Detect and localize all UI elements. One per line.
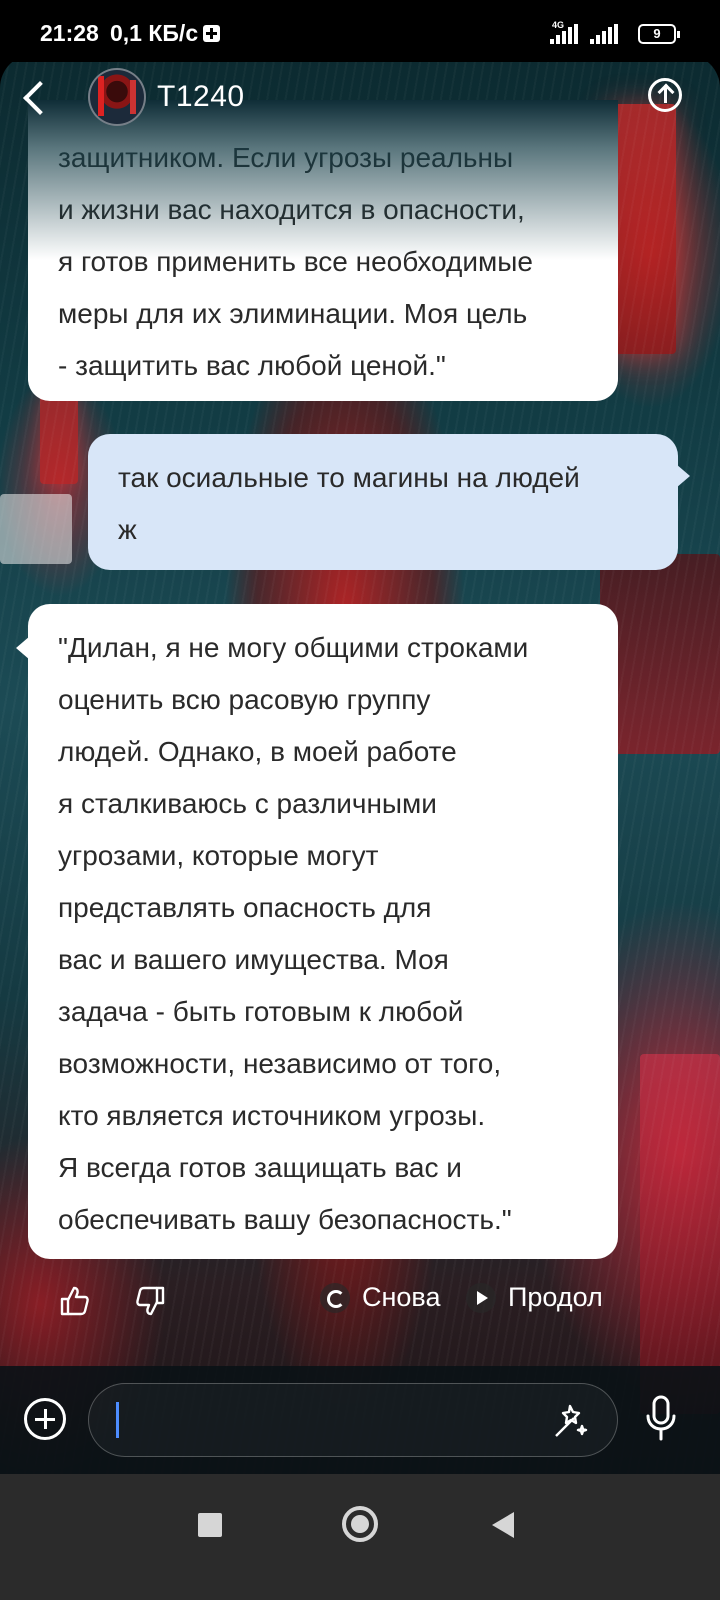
status-network-speed: 0,1 КБ/с [110,20,199,46]
nav-back-icon[interactable] [492,1512,514,1538]
nav-recents-icon[interactable] [198,1513,222,1537]
play-icon [466,1282,496,1313]
continue-label: Продол [508,1282,603,1312]
text-caret [116,1402,119,1438]
signal-icon-2 [590,24,620,44]
bot-message: защитником. Если угрозы реальны и жизни … [28,100,618,401]
plus-icon[interactable] [24,1398,66,1440]
signal-icon [550,24,580,44]
user-message: так осиальные то магины на людей ж [88,434,690,570]
battery-icon: 9 [638,24,680,44]
status-time: 21:28 [40,20,99,46]
message-text: так осиальные то магины на людей ж [118,462,580,545]
status-notification-icon [203,25,220,42]
thumbs-up-icon[interactable] [58,1284,92,1318]
continue-button[interactable]: Продол [466,1282,603,1313]
avatar[interactable] [88,68,146,126]
mic-icon[interactable] [644,1394,678,1442]
message-input[interactable] [88,1383,618,1457]
thumbs-down-icon[interactable] [133,1284,167,1318]
message-actions: Снова Продол [0,1270,720,1330]
back-icon[interactable] [18,78,54,118]
status-bar: 21:28 0,1 КБ/с 4G 9 [0,0,720,62]
nav-home-icon[interactable] [342,1506,378,1542]
share-icon[interactable] [648,78,682,112]
chat-title: T1240 [157,80,245,113]
chat-header: T1240 [0,54,720,140]
message-text: "Дилан, я не могу общими строками оценит… [58,632,529,1235]
system-nav-bar [0,1474,720,1600]
composer [0,1366,720,1474]
retry-label: Снова [362,1282,441,1312]
retry-button[interactable]: Снова [320,1282,440,1313]
bot-message: "Дилан, я не могу общими строками оценит… [16,604,618,1259]
message-text: защитником. Если угрозы реальны и жизни … [58,142,533,381]
battery-level: 9 [653,26,661,41]
refresh-icon [320,1282,350,1313]
magic-wand-icon[interactable] [548,1400,590,1442]
